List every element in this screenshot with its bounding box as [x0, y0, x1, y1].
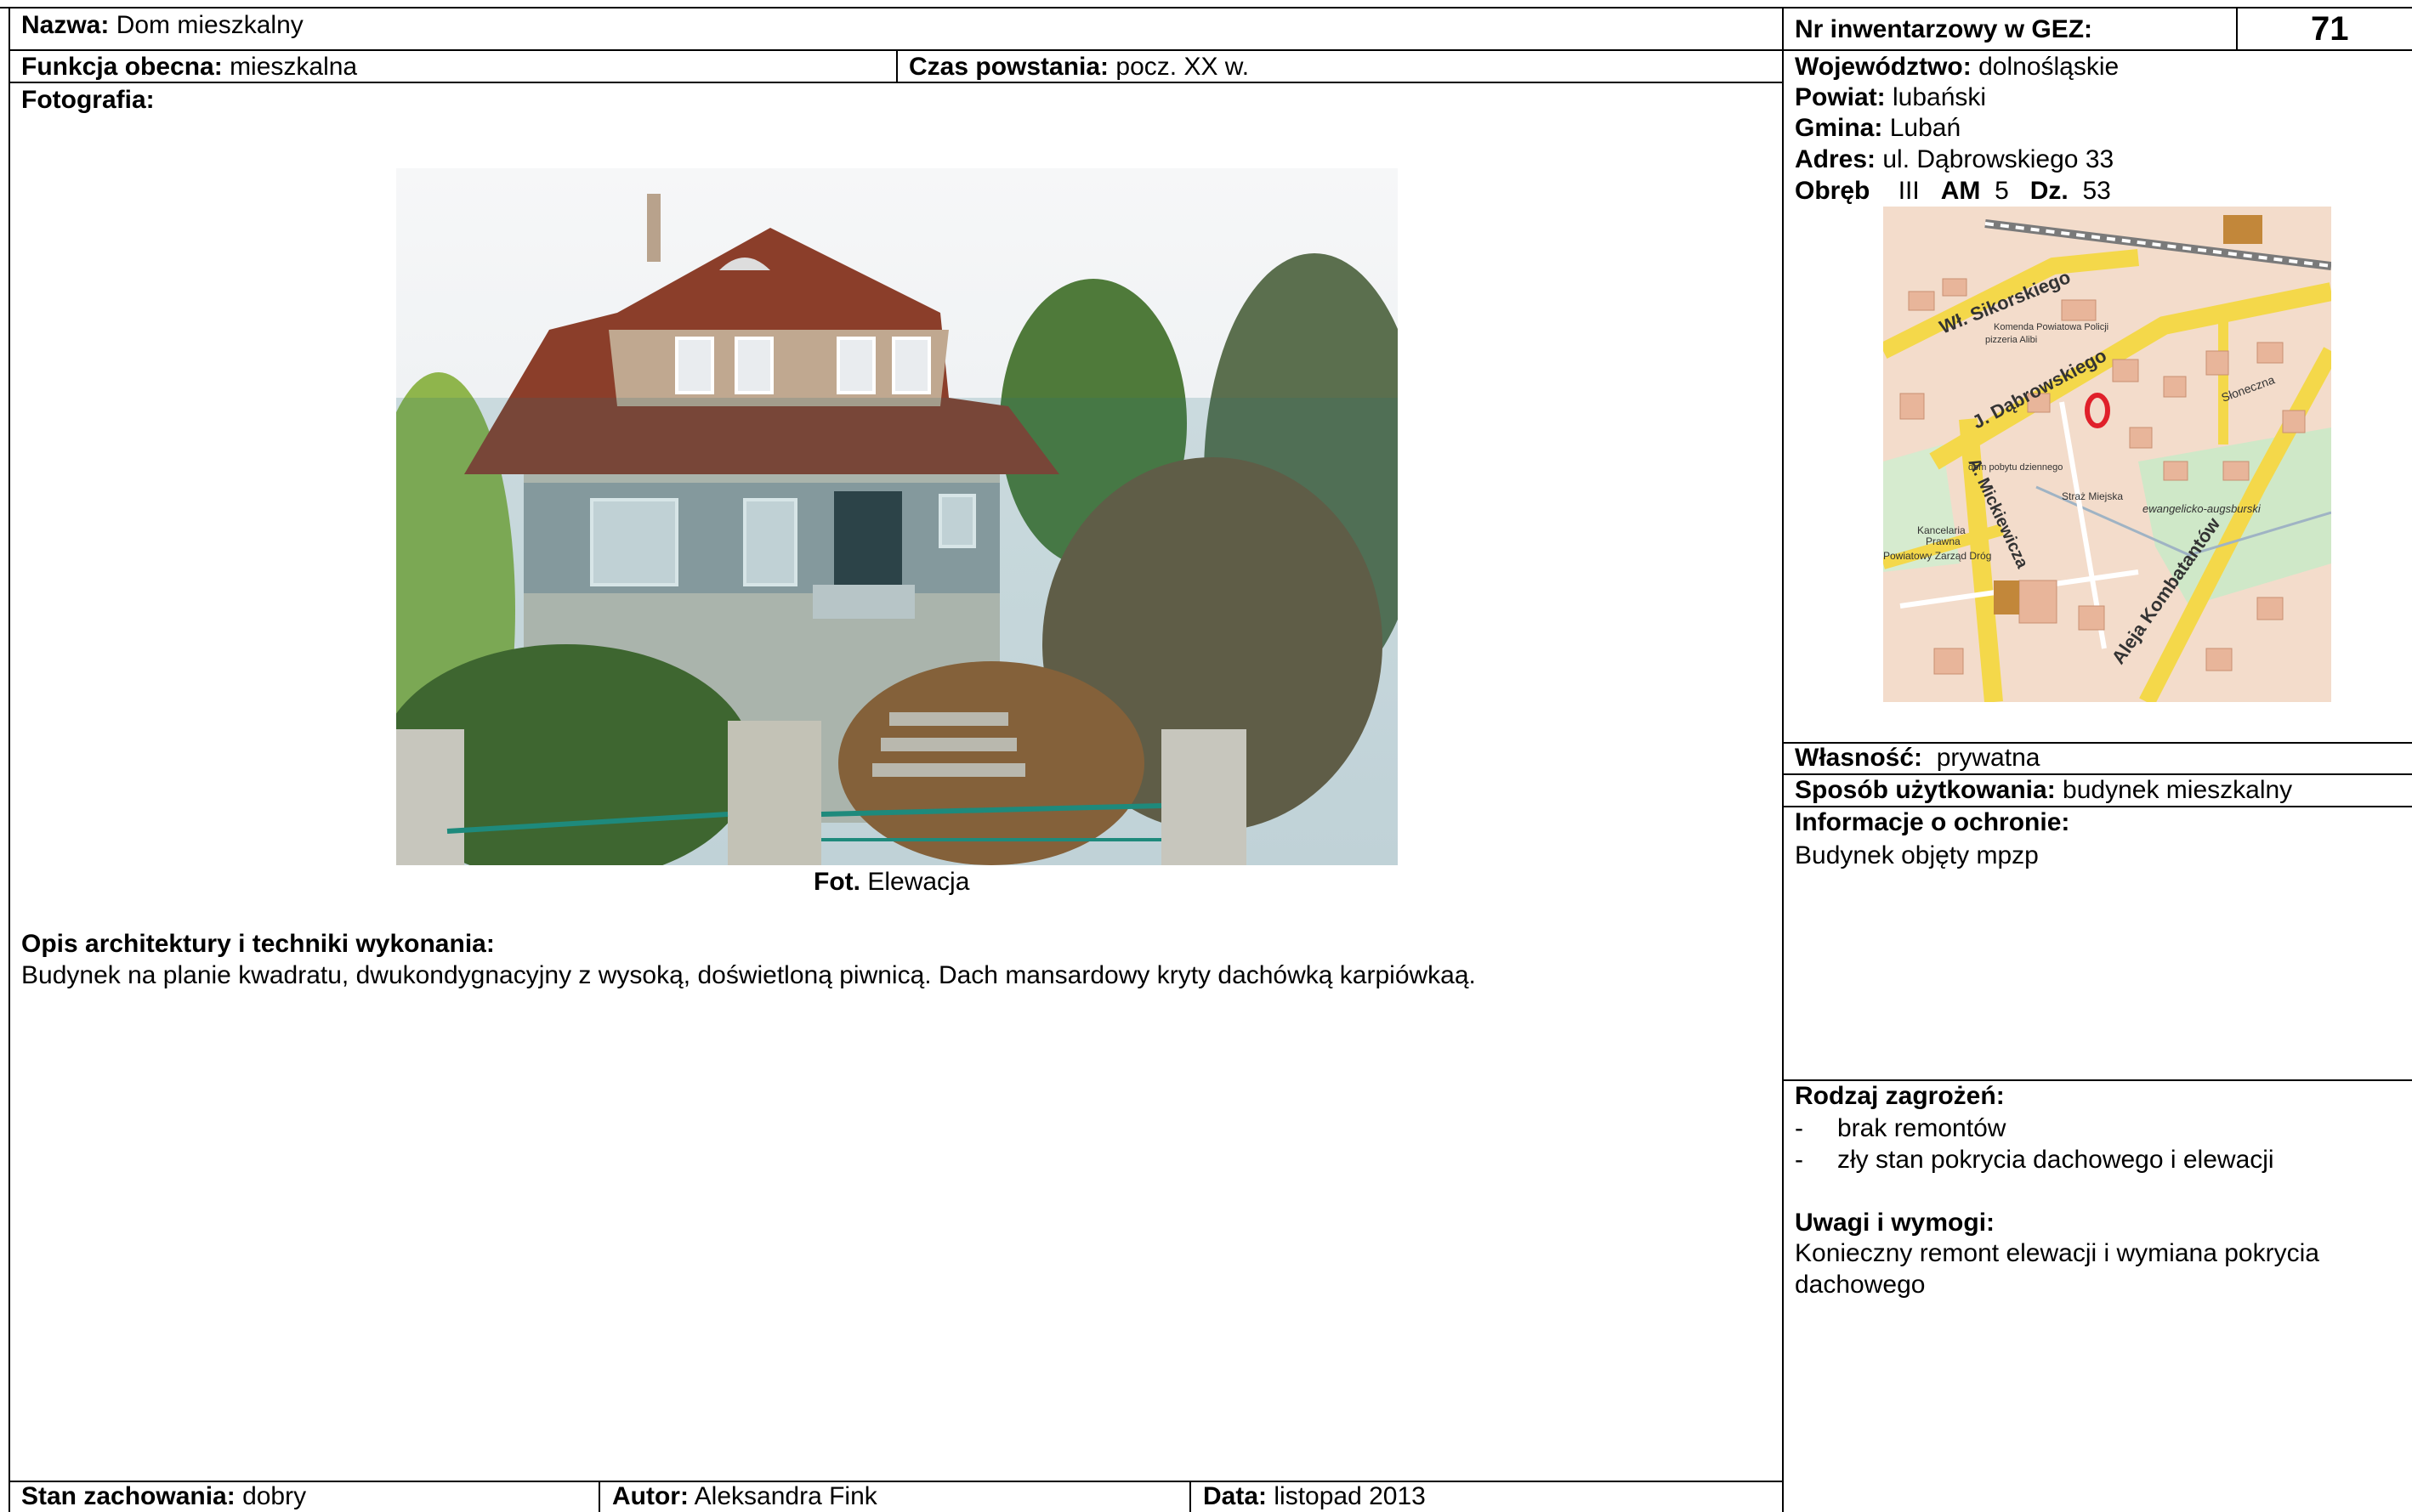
poi-label: Prawna	[1926, 535, 1961, 547]
address-field: Adres: ul. Dąbrowskiego 33	[1795, 144, 2114, 175]
function-value: mieszkalna	[230, 53, 358, 81]
description-label: Opis architektury i techniki wykonania:	[21, 930, 495, 958]
voivodeship-value: dolnośląskie	[1978, 53, 2120, 81]
poi-label: Straż Miejska	[2062, 490, 2123, 502]
threat-item-text: brak remontów	[1837, 1114, 2006, 1142]
date-field: Czas powstania: pocz. XX w.	[909, 52, 1249, 82]
county-field: Powiat: lubański	[1795, 82, 1986, 113]
threat-item: - zły stan pokrycia dachowego i elewacji	[1795, 1145, 2274, 1175]
county-value: lubański	[1893, 83, 1987, 111]
footer-date-value: listopad 2013	[1274, 1482, 1426, 1510]
bullet-dash: -	[1795, 1114, 1803, 1142]
precinct-value: III	[1898, 177, 1920, 205]
bullet-dash: -	[1795, 1146, 1803, 1174]
remarks-line-2: dachowego	[1795, 1271, 1926, 1299]
remarks-line-1: Konieczny remont elewacji i wymiana pokr…	[1795, 1239, 2319, 1267]
threats-label: Rodzaj zagrożeń:	[1795, 1082, 2005, 1110]
ownership-label: Własność:	[1795, 744, 1923, 772]
ownership-field: Własność: prywatna	[1795, 743, 2040, 773]
name-field: Nazwa: Dom mieszkalny	[21, 10, 304, 41]
date-label: Czas powstania:	[909, 53, 1110, 81]
footer-divider-2	[1189, 1481, 1191, 1512]
name-value: Dom mieszkalny	[116, 11, 304, 39]
row1-bottom-border	[9, 49, 2412, 51]
state-field: Stan zachowania: dobry	[21, 1481, 306, 1512]
usage-field: Sposób użytkowania: budynek mieszkalny	[1795, 775, 2292, 806]
author-field: Autor: Aleksandra Fink	[612, 1481, 877, 1512]
protection-label: Informacje o ochronie:	[1795, 808, 2070, 836]
location-map: Wł. Sikorskiego J. Dąbrowskiego A. Micki…	[1883, 207, 2331, 702]
top-border	[0, 7, 2412, 8]
commune-label: Gmina:	[1795, 114, 1883, 142]
voivodeship-field: Województwo: dolnośląskie	[1795, 52, 2119, 82]
state-value: dobry	[242, 1482, 307, 1510]
function-field: Funkcja obecna: mieszkalna	[21, 52, 357, 82]
poi-label: pizzeria Alibi	[1985, 335, 2037, 345]
protection-value: Budynek objęty mpzp	[1795, 841, 2039, 869]
usage-label: Sposób użytkowania:	[1795, 776, 2056, 804]
author-value: Aleksandra Fink	[694, 1482, 877, 1510]
county-label: Powiat:	[1795, 83, 1886, 111]
poi-label: dom pobytu dziennego	[1968, 462, 2063, 473]
cadastral-field: Obręb III AM 5 Dz. 53	[1795, 176, 2111, 207]
building-photo	[396, 168, 1398, 865]
center-divider	[1782, 7, 1784, 1512]
inventory-number: 71	[2311, 10, 2349, 48]
threat-item: - brak remontów	[1795, 1113, 2006, 1144]
photo-caption: Fot. Elewacja	[814, 867, 969, 898]
left-border	[9, 7, 10, 1512]
name-label: Nazwa:	[21, 11, 110, 39]
state-label: Stan zachowania:	[21, 1482, 236, 1510]
author-label: Autor:	[612, 1482, 689, 1510]
date-value: pocz. XX w.	[1115, 53, 1250, 81]
ownership-value: prywatna	[1936, 744, 2040, 772]
inventory-divider	[2236, 7, 2238, 49]
photo-label: Fotografia:	[21, 86, 155, 114]
dz-value: 53	[2082, 177, 2111, 205]
dz-label: Dz.	[2029, 177, 2069, 205]
am-label: AM	[1940, 177, 1981, 205]
commune-value: Lubań	[1889, 114, 1961, 142]
remarks-label: Uwagi i wymogi:	[1795, 1209, 1995, 1237]
address-value: ul. Dąbrowskiego 33	[1882, 145, 2114, 173]
usage-value: budynek mieszkalny	[2063, 776, 2293, 804]
footer-divider-1	[599, 1481, 600, 1512]
caption-value: Elewacja	[867, 868, 970, 896]
precinct-label: Obręb	[1795, 177, 1870, 205]
footer-date-label: Data:	[1203, 1482, 1268, 1510]
inventory-label: Nr inwentarzowy w GEZ:	[1795, 15, 2093, 43]
caption-label: Fot.	[814, 868, 860, 896]
poi-label: Kancelaria	[1917, 524, 1966, 536]
description-text: Budynek na planie kwadratu, dwukondygnac…	[21, 961, 1476, 989]
poi-label: ewangelicko-augsburski	[2142, 502, 2262, 515]
map-graphic: Wł. Sikorskiego J. Dąbrowskiego A. Micki…	[1883, 207, 2331, 702]
footer-date-field: Data: listopad 2013	[1203, 1481, 1426, 1512]
voivodeship-label: Województwo:	[1795, 53, 1972, 81]
commune-field: Gmina: Lubań	[1795, 113, 1961, 144]
am-value: 5	[1995, 177, 2009, 205]
address-label: Adres:	[1795, 145, 1876, 173]
poi-label: Komenda Powiatowa Policji	[1994, 322, 2108, 332]
function-label: Funkcja obecna:	[21, 53, 223, 81]
poi-label: Powiatowy Zarząd Dróg	[1883, 550, 1991, 562]
row2-divider	[896, 49, 898, 82]
building-photo-graphic	[396, 168, 1398, 865]
threat-item-text: zły stan pokrycia dachowego i elewacji	[1837, 1146, 2274, 1174]
